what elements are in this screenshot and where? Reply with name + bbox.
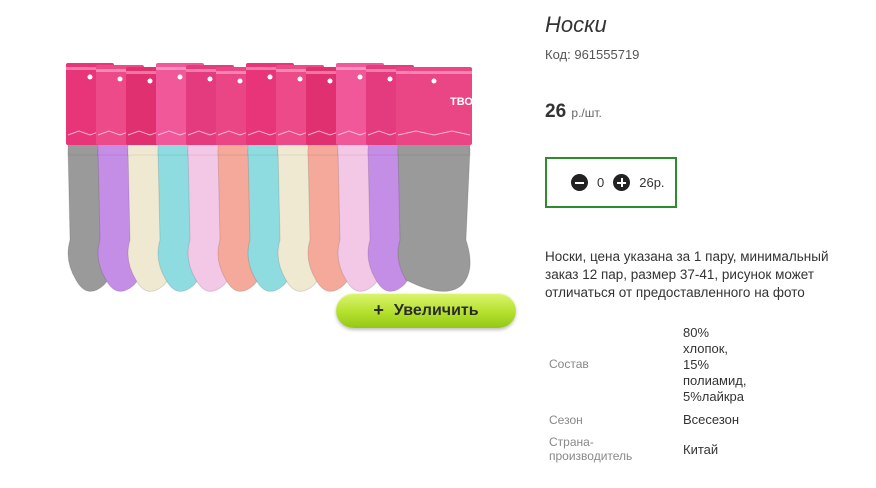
season-label: Сезон (549, 413, 583, 427)
plus-icon: + (373, 300, 384, 320)
product-price: 26 р./шт. (545, 101, 602, 123)
composition-line: 5%лайкра (683, 389, 745, 404)
product-image[interactable]: ТВОЙ СТИЛЬ (60, 55, 522, 310)
composition-line: хлопок, (683, 341, 729, 356)
zoom-label: Увеличить (393, 301, 479, 319)
plus-circle-icon[interactable] (613, 174, 631, 191)
package-brand-text: ТВОЙ СТИЛЬ (450, 95, 515, 108)
quantity-total: 26р. (639, 175, 665, 190)
product-description: Носки, цена указана за 1 пару, минимальн… (545, 249, 829, 300)
product-code-label: Код: (545, 47, 571, 62)
product-code-value: 961555719 (574, 47, 640, 62)
composition-value: 80% хлопок, 15% полиамид, 5%лайкра (683, 325, 746, 405)
composition-label: Состав (549, 357, 589, 371)
country-label-line: производитель (549, 449, 633, 463)
zoom-button[interactable]: + Увеличить (336, 293, 516, 328)
composition-line: полиамид, (683, 373, 747, 388)
socks-illustration: ТВОЙ СТИЛЬ (66, 63, 522, 292)
price-unit: р./шт. (571, 106, 602, 120)
season-value: Всесезон (683, 412, 740, 427)
product-code: Код: 961555719 (545, 47, 639, 62)
product-title: Носки (545, 12, 607, 37)
country-label: Страна- производитель (549, 435, 632, 463)
quantity-selector: 0 26р. (545, 157, 677, 208)
quantity-value[interactable]: 0 (597, 175, 604, 190)
composition-line: 15% (683, 357, 710, 372)
composition-line: 80% (683, 325, 710, 340)
minus-circle-icon[interactable] (571, 174, 588, 191)
country-value: Китай (683, 442, 719, 457)
price-value: 26 (545, 101, 567, 122)
country-label-line: Страна- (549, 435, 594, 449)
